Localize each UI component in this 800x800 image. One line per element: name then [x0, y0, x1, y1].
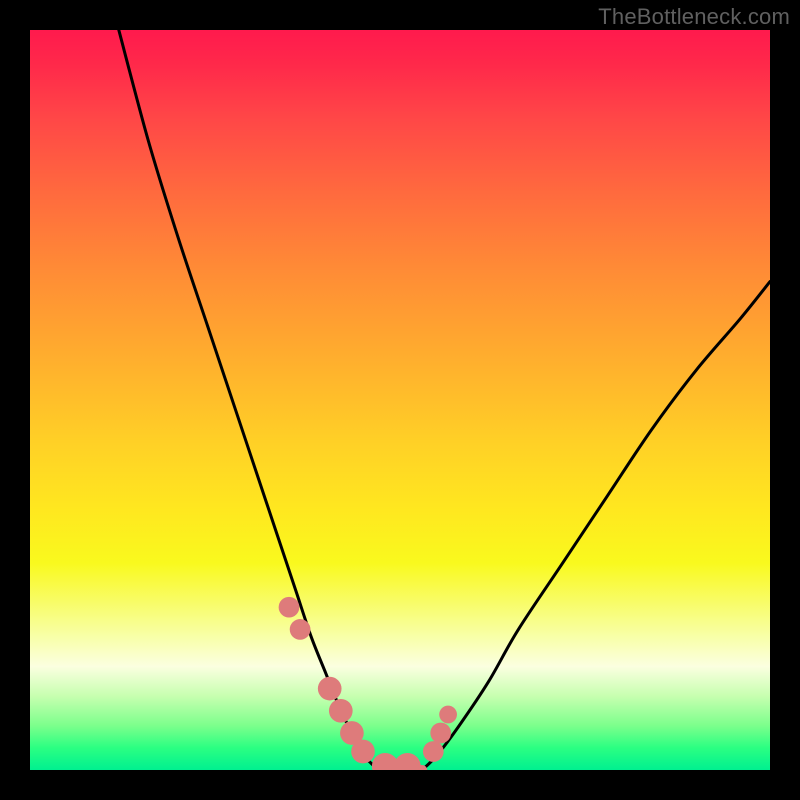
series-right-curve	[422, 282, 770, 770]
marker-lobe	[279, 597, 300, 618]
marker-lobe	[394, 753, 421, 770]
marker-lobe	[290, 619, 311, 640]
marker-lobe	[430, 723, 451, 744]
marker-lobe	[318, 677, 342, 701]
marker-lobe	[439, 706, 457, 724]
marker-lobe	[329, 699, 353, 723]
plot-area	[30, 30, 770, 770]
marker-layer	[279, 597, 457, 770]
marker-lobe	[423, 741, 444, 762]
chart-frame: TheBottleneck.com	[0, 0, 800, 800]
series-left-curve	[119, 30, 378, 770]
watermark-text: TheBottleneck.com	[598, 4, 790, 30]
marker-lobe	[351, 740, 375, 764]
curve-layer	[119, 30, 770, 770]
chart-svg	[30, 30, 770, 770]
